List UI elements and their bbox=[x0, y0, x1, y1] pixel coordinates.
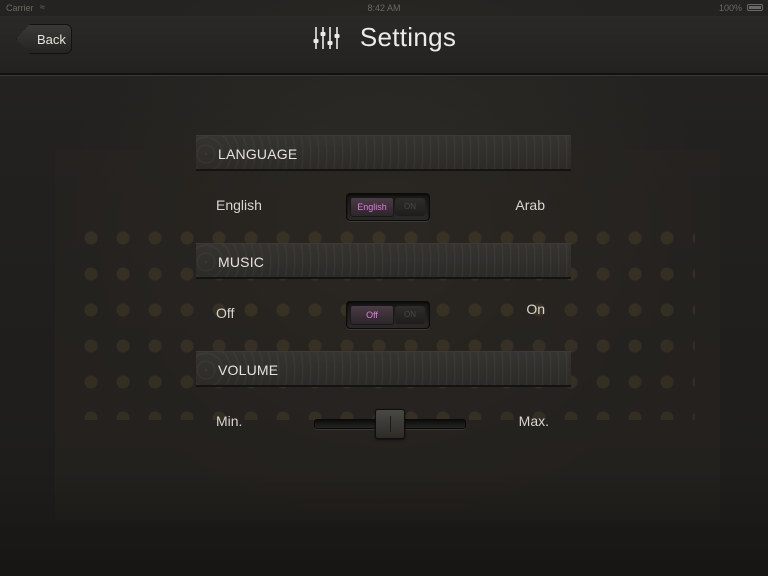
section-header-music: MUSIC bbox=[196, 243, 571, 279]
music-row: Off Off ON On bbox=[196, 279, 571, 351]
volume-row: Min. Max. bbox=[196, 387, 571, 459]
nav-bar: Back Settings bbox=[0, 16, 768, 75]
volume-min-label: Min. bbox=[216, 413, 243, 429]
music-left-label: Off bbox=[216, 305, 235, 321]
music-toggle-other: ON bbox=[395, 306, 425, 324]
volume-max-label: Max. bbox=[518, 413, 549, 429]
settings-panel: LANGUAGE English English ON Arab MUSIC O… bbox=[196, 135, 571, 459]
status-time: 8:42 AM bbox=[367, 3, 401, 13]
nav-title-area: Settings bbox=[0, 22, 768, 58]
page-title: Settings bbox=[359, 22, 457, 52]
music-toggle-selected: Off bbox=[350, 305, 394, 325]
status-battery-percent: 100% bbox=[718, 3, 742, 13]
music-right-label: On bbox=[526, 301, 545, 317]
music-toggle[interactable]: Off ON bbox=[346, 301, 430, 329]
background-fade bbox=[0, 470, 768, 576]
language-toggle-selected: English bbox=[350, 197, 394, 217]
status-bar: Carrier ≈ 8:42 AM 100% bbox=[0, 0, 768, 16]
language-row: English English ON Arab bbox=[196, 171, 571, 243]
battery-icon bbox=[747, 4, 763, 11]
section-header-language: LANGUAGE bbox=[196, 135, 571, 171]
section-header-volume: VOLUME bbox=[196, 351, 571, 387]
sliders-icon bbox=[313, 26, 340, 49]
settings-screen: Carrier ≈ 8:42 AM 100% Back Settings LAN… bbox=[0, 0, 768, 576]
language-right-label: Arab bbox=[515, 197, 545, 213]
language-toggle[interactable]: English ON bbox=[346, 193, 430, 221]
language-toggle-other: ON bbox=[395, 198, 425, 216]
volume-slider[interactable] bbox=[314, 409, 466, 439]
volume-slider-thumb[interactable] bbox=[375, 409, 405, 439]
language-left-label: English bbox=[216, 197, 262, 213]
